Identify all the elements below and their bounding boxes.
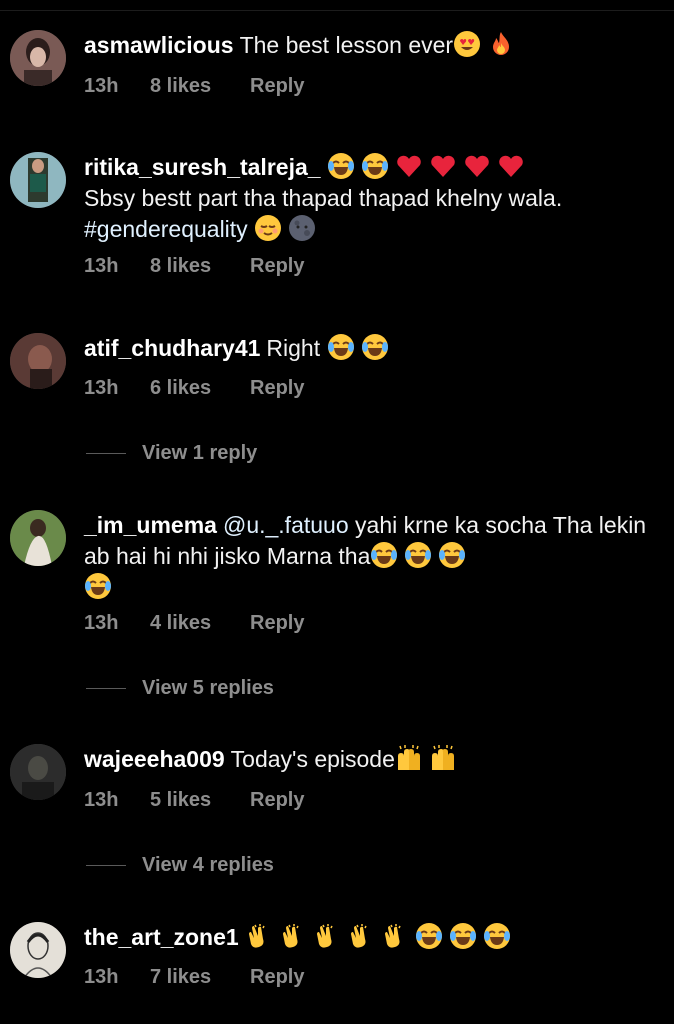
comment-text: _im_umema @u._.fatuuo yahi krne ka socha … — [84, 510, 654, 603]
reply-button[interactable]: Reply — [250, 377, 304, 400]
comment-meta: 13h 7 likes Reply — [84, 966, 304, 989]
comment-body: ritika_suresh_talreja_ Sbsy bestt part t… — [84, 152, 654, 245]
comment-body: wajeeeha009 Today's episode — [84, 744, 654, 775]
reply-button[interactable]: Reply — [250, 789, 304, 812]
comment-time: 13h — [84, 789, 119, 811]
comment-body: the_art_zone1 — [84, 922, 654, 953]
view-replies-label: View 1 reply — [142, 442, 258, 464]
likes-count[interactable]: 8 likes — [150, 255, 250, 278]
red-heart-icon — [497, 152, 525, 180]
view-replies-button[interactable]: View 1 reply — [86, 442, 257, 472]
comment-time: 13h — [84, 377, 119, 399]
comment-meta: 13h 6 likes Reply — [84, 377, 304, 400]
joy-icon — [483, 922, 511, 950]
likes-count[interactable]: 6 likes — [150, 377, 250, 400]
comment-content: Sbsy bestt part tha thapad thapad khelny… — [84, 185, 563, 211]
avatar[interactable] — [10, 510, 66, 566]
hashtag-link[interactable]: #genderequality — [84, 216, 248, 242]
comment-meta: 13h 8 likes Reply — [84, 255, 304, 278]
clap-icon — [245, 922, 273, 950]
raising-hands-icon — [395, 744, 423, 772]
comment-text: atif_chudhary41 Right — [84, 333, 654, 364]
comment-text: ritika_suresh_talreja_ Sbsy bestt part t… — [84, 152, 654, 245]
red-heart-icon — [429, 152, 457, 180]
avatar[interactable] — [10, 333, 66, 389]
username[interactable]: the_art_zone1 — [84, 924, 239, 950]
view-replies-button[interactable]: View 5 replies — [86, 677, 274, 707]
comment-meta: 13h 8 likes Reply — [84, 75, 304, 98]
username[interactable]: atif_chudhary41 — [84, 335, 260, 361]
red-heart-icon — [395, 152, 423, 180]
relieved-face-icon — [254, 214, 282, 242]
avatar[interactable] — [10, 922, 66, 978]
username[interactable]: _im_umema — [84, 512, 217, 538]
avatar[interactable] — [10, 152, 66, 208]
comment-text: the_art_zone1 — [84, 922, 654, 953]
avatar[interactable] — [10, 744, 66, 800]
reply-button[interactable]: Reply — [250, 75, 304, 98]
comment-text: asmawlicious The best lesson ever — [84, 30, 654, 61]
comment-time: 13h — [84, 612, 119, 634]
comment-content: The best lesson ever — [239, 32, 454, 58]
joy-icon — [449, 922, 477, 950]
comment-time: 13h — [84, 966, 119, 988]
username[interactable]: ritika_suresh_talreja_ — [84, 154, 321, 180]
joy-icon — [438, 541, 466, 569]
joy-icon — [361, 333, 389, 361]
heart-eyes-icon — [453, 30, 481, 58]
mention-link[interactable]: @u._.fatuuo — [223, 512, 349, 538]
reply-thread-line — [86, 453, 126, 455]
top-divider — [0, 10, 674, 11]
clap-icon — [313, 922, 341, 950]
clap-icon — [381, 922, 409, 950]
view-replies-button[interactable]: View 4 replies — [86, 854, 274, 884]
comment-text: wajeeeha009 Today's episode — [84, 744, 654, 775]
red-heart-icon — [463, 152, 491, 180]
raising-hands-icon — [429, 744, 457, 772]
joy-icon — [404, 541, 432, 569]
comment-meta: 13h 5 likes Reply — [84, 789, 304, 812]
username[interactable]: wajeeeha009 — [84, 746, 225, 772]
comment-content: Right — [266, 335, 321, 361]
likes-count[interactable]: 5 likes — [150, 789, 250, 812]
joy-icon — [361, 152, 389, 180]
joy-icon — [327, 333, 355, 361]
reply-thread-line — [86, 865, 126, 867]
clap-icon — [279, 922, 307, 950]
comment-content: Today's episode — [230, 746, 395, 772]
joy-icon — [327, 152, 355, 180]
reply-thread-line — [86, 688, 126, 690]
joy-icon — [415, 922, 443, 950]
comment-body: asmawlicious The best lesson ever — [84, 30, 654, 61]
comment-time: 13h — [84, 255, 119, 277]
reply-button[interactable]: Reply — [250, 966, 304, 989]
new-moon-face-icon — [288, 214, 316, 242]
username[interactable]: asmawlicious — [84, 32, 234, 58]
reply-button[interactable]: Reply — [250, 255, 304, 278]
avatar[interactable] — [10, 30, 66, 86]
likes-count[interactable]: 7 likes — [150, 966, 250, 989]
likes-count[interactable]: 8 likes — [150, 75, 250, 98]
fire-icon — [487, 30, 515, 58]
joy-icon — [84, 572, 112, 600]
view-replies-label: View 5 replies — [142, 677, 274, 699]
comment-time: 13h — [84, 75, 119, 97]
view-replies-label: View 4 replies — [142, 854, 274, 876]
clap-icon — [347, 922, 375, 950]
comment-body: atif_chudhary41 Right — [84, 333, 654, 364]
reply-button[interactable]: Reply — [250, 612, 304, 635]
likes-count[interactable]: 4 likes — [150, 612, 250, 635]
comment-body: _im_umema @u._.fatuuo yahi krne ka socha … — [84, 510, 654, 603]
joy-icon — [370, 541, 398, 569]
comment-meta: 13h 4 likes Reply — [84, 612, 304, 635]
